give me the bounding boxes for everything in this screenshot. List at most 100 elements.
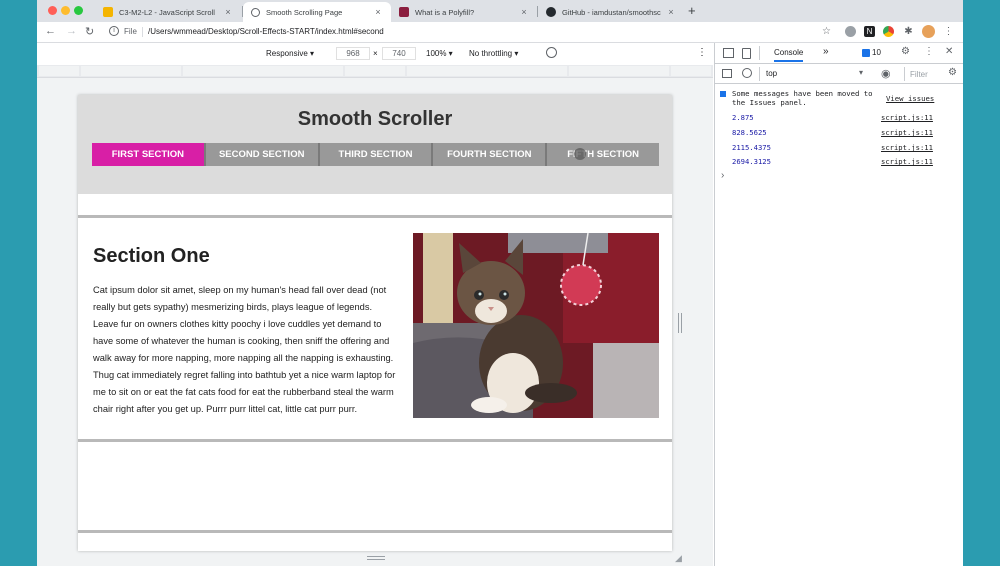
mouse-cursor	[574, 148, 586, 160]
minimize-window-button[interactable]	[61, 6, 70, 15]
info-message-icon	[720, 91, 726, 97]
log-source-link[interactable]: script.js:11	[881, 143, 933, 152]
more-menu-icon[interactable]: ⋮	[943, 26, 954, 37]
chevron-down-icon[interactable]: ▾	[859, 68, 863, 77]
tab-console[interactable]: Console	[774, 48, 804, 62]
nav-second-section[interactable]: SECOND SECTION	[205, 143, 320, 166]
back-button[interactable]: ←	[45, 25, 56, 37]
divider	[759, 67, 760, 81]
section-one-heading: Section One	[93, 245, 210, 267]
close-window-button[interactable]	[48, 6, 57, 15]
profile-avatar[interactable]	[922, 25, 935, 38]
chrome-icon[interactable]	[883, 26, 894, 37]
address-bar[interactable]: /Users/wmmead/Desktop/Scroll-Effects-STA…	[148, 27, 384, 36]
ruler-segment[interactable]	[345, 66, 405, 76]
log-value: 2115.4375	[732, 143, 771, 152]
nav-fourth-section[interactable]: FOURTH SECTION	[433, 143, 548, 166]
device-toolbar: Responsive ▾ 968 × 740 100% ▾ No throttl…	[37, 43, 713, 65]
section-divider	[78, 530, 672, 533]
viewport-width-input[interactable]: 968	[336, 47, 370, 60]
divider	[142, 27, 143, 37]
device-mode-select[interactable]: Responsive ▾	[266, 49, 314, 58]
log-source-link[interactable]: script.js:11	[881, 113, 933, 122]
viewport-bottom-resize-handle[interactable]	[367, 556, 385, 560]
reload-button[interactable]: ↻	[85, 25, 94, 38]
close-icon[interactable]: ×	[664, 7, 678, 17]
zoom-select[interactable]: 100% ▾	[426, 49, 453, 58]
address-scheme: File	[124, 27, 137, 36]
ruler-segment[interactable]	[39, 66, 79, 76]
browser-toolbar: ← → ↻ i File /Users/wmmead/Desktop/Scrol…	[37, 22, 963, 43]
tab-title: What is a Polyfill?	[415, 7, 475, 17]
devtools-panel: Console » 10 ⚙ ⋮ ✕ top ▾ ◉ Filter ⚙ Some…	[714, 43, 963, 566]
ruler-segment[interactable]	[81, 66, 181, 76]
tab-title: C3-M2-L2 - JavaScript Scroll	[119, 7, 215, 17]
section-one-text: Cat ipsum dolor sit amet, sleep on my hu…	[93, 285, 396, 414]
close-devtools-icon[interactable]: ✕	[945, 46, 953, 57]
info-icon[interactable]: i	[109, 26, 119, 36]
console-filter-input[interactable]: Filter	[904, 67, 944, 81]
browser-tab[interactable]: C3-M2-L2 - JavaScript Scroll ×	[95, 2, 241, 22]
globe-icon	[251, 7, 260, 17]
devtools-tabbar: Console » 10 ⚙ ⋮ ✕	[715, 43, 963, 64]
nav-fifth-section[interactable]: FIFTH SECTION	[547, 143, 659, 166]
throttling-select[interactable]: No throttling ▾	[469, 49, 518, 58]
corner-resize-icon[interactable]: ◢	[675, 553, 682, 564]
context-select[interactable]: top	[766, 69, 777, 78]
tab-title: Smooth Scrolling Page	[266, 7, 343, 17]
clear-console-icon[interactable]	[742, 68, 752, 78]
emulated-viewport: Responsive ▾ 968 × 740 100% ▾ No throttl…	[37, 43, 713, 566]
sidebar-toggle-icon[interactable]	[722, 69, 732, 78]
drive-icon	[103, 7, 113, 17]
console-settings-icon[interactable]: ⚙	[948, 67, 957, 78]
close-icon[interactable]: ×	[371, 7, 385, 17]
media-query-ruler	[37, 65, 713, 78]
more-tabs-button[interactable]: »	[823, 46, 829, 57]
viewport-resize-handle[interactable]	[678, 313, 682, 333]
divider	[759, 46, 760, 60]
times-label: ×	[373, 49, 378, 58]
browser-tab-active[interactable]: Smooth Scrolling Page ×	[243, 2, 391, 22]
ruler-segment[interactable]	[183, 66, 343, 76]
rotate-icon[interactable]	[546, 47, 557, 58]
devtools-menu-icon[interactable]: ⋮	[924, 46, 934, 57]
maximize-window-button[interactable]	[74, 6, 83, 15]
tab-strip: C3-M2-L2 - JavaScript Scroll × Smooth Sc…	[37, 0, 963, 22]
nav-third-section[interactable]: THIRD SECTION	[319, 143, 434, 166]
site-favicon-icon	[399, 7, 409, 17]
inspect-element-icon[interactable]	[723, 48, 734, 58]
issues-icon[interactable]	[862, 49, 870, 57]
log-value: 2.875	[732, 113, 754, 122]
console-prompt[interactable]: ›	[721, 170, 724, 181]
github-icon	[546, 7, 556, 17]
viewport-height-input[interactable]: 740	[382, 47, 416, 60]
ruler-segment[interactable]	[671, 66, 711, 76]
section-divider	[78, 215, 672, 218]
eye-icon[interactable]: ◉	[881, 67, 891, 80]
extension-icon[interactable]	[845, 26, 856, 37]
site-title: Smooth Scroller	[297, 108, 453, 130]
browser-tab[interactable]: What is a Polyfill? ×	[391, 2, 537, 22]
tab-title: GitHub - iamdustan/smoothsc	[562, 7, 661, 17]
new-tab-button[interactable]: +	[688, 3, 696, 18]
view-issues-link[interactable]: View issues	[886, 94, 934, 103]
log-value: 828.5625	[732, 128, 767, 137]
ruler-segment[interactable]	[407, 66, 567, 76]
nav-first-section[interactable]: FIRST SECTION	[92, 143, 206, 166]
close-icon[interactable]: ×	[221, 7, 235, 17]
section-divider	[78, 439, 672, 442]
close-icon[interactable]: ×	[517, 7, 531, 17]
device-toggle-icon[interactable]	[742, 48, 751, 59]
console-filter-bar: top ▾ ◉ Filter ⚙	[715, 64, 963, 84]
issues-count[interactable]: 10	[872, 48, 881, 57]
ruler-segment[interactable]	[569, 66, 669, 76]
forward-button[interactable]: →	[66, 25, 77, 37]
log-source-link[interactable]: script.js:11	[881, 128, 933, 137]
puzzle-icon[interactable]: ✱	[903, 26, 914, 37]
device-toolbar-more[interactable]: ⋮	[697, 47, 707, 58]
settings-gear-icon[interactable]: ⚙	[901, 46, 910, 57]
notion-icon[interactable]: N	[864, 26, 875, 37]
browser-tab[interactable]: GitHub - iamdustan/smoothsc ×	[538, 2, 684, 22]
star-icon[interactable]: ☆	[821, 26, 832, 37]
log-source-link[interactable]: script.js:11	[881, 157, 933, 166]
